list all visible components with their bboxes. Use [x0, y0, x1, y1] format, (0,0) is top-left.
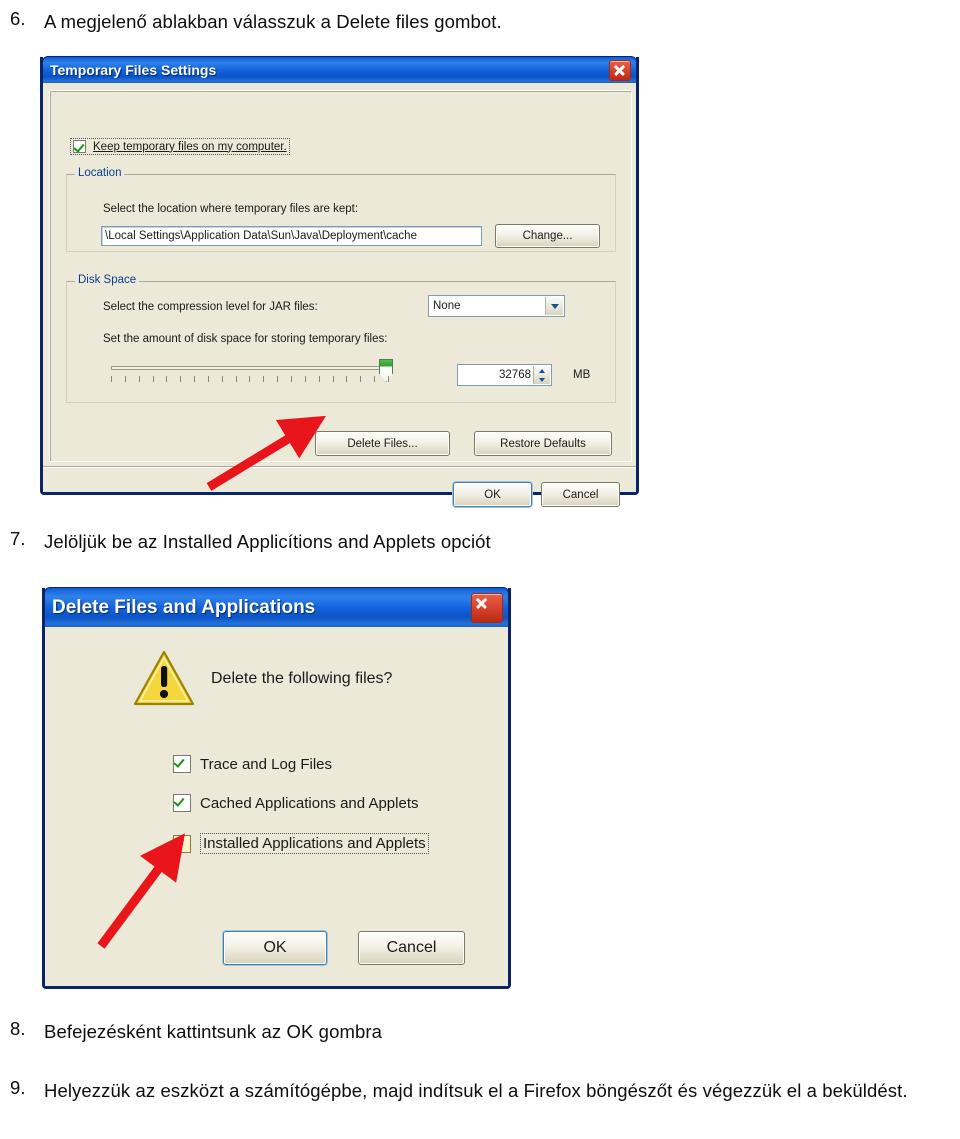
trace-and-log-files-checkbox[interactable]: Trace and Log Files: [173, 755, 332, 773]
warning-triangle-icon: [133, 650, 195, 706]
dialog1-titlebar[interactable]: Temporary Files Settings: [42, 56, 637, 83]
disk-space-amount-value: 32768: [499, 369, 531, 381]
slider-ticks: [111, 376, 389, 383]
step-9: 9. Helyezzük az eszközt a számítógépbe, …: [6, 1077, 952, 1106]
dialog1-ok-button[interactable]: OK: [453, 482, 532, 507]
keep-temporary-files-checkbox[interactable]: Keep temporary files on my computer.: [70, 138, 290, 155]
delete-files-and-applications-dialog[interactable]: Delete Files and Applications Delete the…: [42, 587, 511, 989]
dialog2-body: Delete the following files? Trace and Lo…: [45, 627, 508, 986]
temporary-files-settings-dialog[interactable]: Temporary Files Settings Keep temporary …: [40, 56, 639, 507]
dialog2-title: Delete Files and Applications: [52, 596, 316, 618]
delete-files-label: Delete Files...: [347, 437, 418, 450]
slider-track: [111, 366, 389, 370]
dialog2-titlebar[interactable]: Delete Files and Applications: [44, 587, 509, 627]
disk-space-amount-label: Set the amount of disk space for storing…: [103, 333, 388, 345]
cached-applications-checkbox[interactable]: Cached Applications and Applets: [173, 794, 419, 812]
dialog2-cancel-label: Cancel: [386, 939, 437, 956]
step-8-number: 8.: [10, 1018, 26, 1039]
location-path-value: \Local Settings\Application Data\Sun\Jav…: [105, 230, 417, 242]
compression-level-value: None: [433, 300, 461, 312]
dialog1-body: Keep temporary files on my computer. Loc…: [43, 83, 636, 507]
step-6: 6. A megjelenő ablakban válasszuk a Dele…: [6, 8, 706, 37]
step-7: 7. Jelöljük be az Installed Applicítions…: [6, 528, 706, 557]
checkbox-icon[interactable]: [73, 140, 86, 153]
checkbox-icon[interactable]: [173, 834, 191, 853]
compression-level-label: Select the compression level for JAR fil…: [103, 301, 318, 313]
delete-prompt-text: Delete the following files?: [211, 670, 393, 687]
disk-space-groupbox-label: Disk Space: [75, 274, 140, 286]
compression-level-select[interactable]: None: [428, 295, 565, 317]
close-icon[interactable]: [471, 592, 503, 623]
step-8: 8. Befejezésként kattintsunk az OK gombr…: [6, 1018, 706, 1047]
dialog1-title: Temporary Files Settings: [50, 62, 217, 78]
step-6-number: 6.: [10, 8, 26, 29]
step-6-text: A megjelenő ablakban válasszuk a Delete …: [44, 11, 502, 32]
checkbox-icon[interactable]: [173, 794, 191, 812]
chevron-down-icon[interactable]: [545, 297, 563, 315]
step-8-text: Befejezésként kattintsunk az OK gombra: [44, 1021, 383, 1042]
checkbox-icon[interactable]: [173, 755, 191, 773]
installed-applications-checkbox[interactable]: Installed Applications and Applets: [173, 833, 429, 854]
keep-temporary-files-label: Keep temporary files on my computer.: [93, 140, 287, 153]
location-description: Select the location where temporary file…: [103, 203, 359, 215]
step-7-number: 7.: [10, 528, 26, 549]
step-9-number: 9.: [10, 1077, 26, 1098]
disk-space-unit-label: MB: [573, 369, 591, 381]
restore-defaults-label: Restore Defaults: [500, 437, 586, 450]
disk-space-amount-stepper[interactable]: 32768: [457, 364, 552, 386]
location-path-field[interactable]: \Local Settings\Application Data\Sun\Jav…: [101, 226, 482, 246]
dialog2-ok-label: OK: [263, 939, 287, 956]
dialog1-cancel-label: Cancel: [562, 488, 599, 501]
change-location-button[interactable]: Change...: [495, 224, 600, 248]
cached-applications-label: Cached Applications and Applets: [200, 794, 419, 812]
location-groupbox-label: Location: [75, 167, 125, 179]
delete-files-button[interactable]: Delete Files...: [315, 431, 450, 456]
disk-space-slider[interactable]: [111, 358, 393, 385]
dialog2-ok-button[interactable]: OK: [223, 931, 327, 965]
dialog1-ok-label: OK: [484, 488, 501, 501]
stepper-buttons[interactable]: [533, 366, 550, 384]
installed-applications-label: Installed Applications and Applets: [200, 833, 429, 854]
dialog1-footer-separator: [43, 466, 636, 468]
trace-and-log-files-label: Trace and Log Files: [200, 755, 333, 773]
step-7-text: Jelöljük be az Installed Applicítions an…: [44, 531, 491, 552]
close-icon[interactable]: [609, 59, 631, 81]
dialog1-cancel-button[interactable]: Cancel: [541, 482, 620, 507]
step-9-text: Helyezzük az eszközt a számítógépbe, maj…: [44, 1080, 908, 1101]
dialog2-cancel-button[interactable]: Cancel: [358, 931, 465, 965]
restore-defaults-button[interactable]: Restore Defaults: [474, 431, 612, 456]
change-location-label: Change...: [522, 230, 573, 242]
